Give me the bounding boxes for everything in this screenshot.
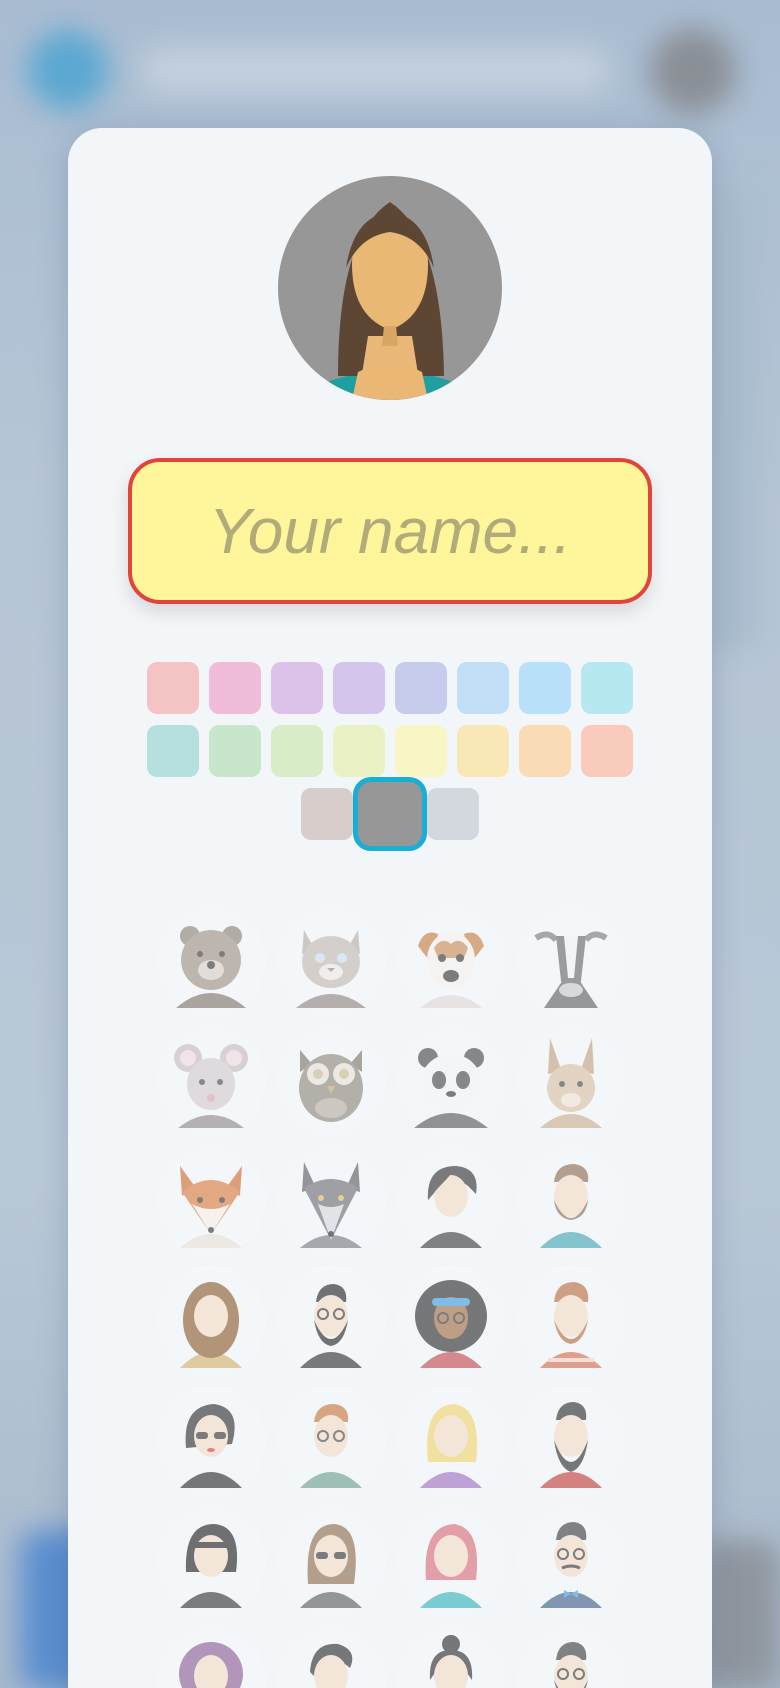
avatar-option-dog[interactable] — [396, 906, 506, 1016]
woman-curly-purple-hair-icon — [179, 1642, 243, 1688]
avatar-option-cat[interactable] — [276, 906, 386, 1016]
color-swatch[interactable] — [271, 662, 323, 714]
cow-icon — [534, 931, 608, 1008]
avatar-option-man-red-beard-striped-shirt[interactable] — [516, 1266, 626, 1376]
color-swatch-picker — [68, 662, 712, 851]
avatar-option-woman-bob-black-hair[interactable] — [156, 1506, 266, 1616]
woman-pink-hair-icon — [420, 1524, 482, 1608]
profile-setup-modal — [68, 128, 712, 1688]
avatar-option-bear[interactable] — [156, 906, 266, 1016]
woman-short-hair-icon — [420, 1166, 482, 1248]
avatar-option-woman-curly-purple-hair[interactable] — [156, 1626, 266, 1688]
man-glasses-beard-icon — [554, 1642, 588, 1688]
fox-icon — [180, 1166, 242, 1248]
man-glasses-ginger-icon — [300, 1404, 362, 1488]
avatar-option-woman-blonde[interactable] — [396, 1386, 506, 1496]
background-header-blur — [140, 46, 610, 94]
man-long-hair-sunglasses-icon — [300, 1524, 362, 1608]
woman-curly-long-hair-icon — [180, 1282, 242, 1368]
avatar-option-woman-afro-headband[interactable] — [396, 1266, 506, 1376]
swatch-row — [68, 777, 712, 851]
avatar-option-man-long-beard-red-jacket[interactable] — [516, 1386, 626, 1496]
woman-bun-icon — [429, 1635, 473, 1688]
color-swatch[interactable] — [333, 662, 385, 714]
color-swatch[interactable] — [519, 725, 571, 777]
color-swatch[interactable] — [353, 777, 427, 851]
dog-icon — [418, 932, 484, 1008]
color-swatch[interactable] — [333, 725, 385, 777]
woman-blonde-icon — [420, 1404, 482, 1488]
color-swatch[interactable] — [457, 725, 509, 777]
man-long-beard-red-jacket-icon — [540, 1402, 602, 1488]
avatar-option-man-glasses-ginger[interactable] — [276, 1386, 386, 1496]
avatar-option-man-beard-glasses-suit[interactable] — [276, 1266, 386, 1376]
color-swatch[interactable] — [301, 788, 353, 840]
man-glasses-bowtie-icon — [540, 1522, 602, 1608]
avatar-option-woman-curly-long-hair[interactable] — [156, 1266, 266, 1376]
avatar-option-woman-short-hair[interactable] — [396, 1146, 506, 1256]
panda-icon — [414, 1048, 488, 1128]
avatar-option-man-side-hair[interactable] — [276, 1626, 386, 1688]
color-swatch[interactable] — [271, 725, 323, 777]
cat-icon — [296, 930, 366, 1008]
avatar-option-man-glasses-beard[interactable] — [516, 1626, 626, 1688]
avatar-option-mouse[interactable] — [156, 1026, 266, 1136]
color-swatch[interactable] — [395, 662, 447, 714]
color-swatch[interactable] — [581, 725, 633, 777]
bear-icon — [176, 926, 246, 1008]
avatar-option-panda[interactable] — [396, 1026, 506, 1136]
avatar-option-cow[interactable] — [516, 906, 626, 1016]
woman-sunglasses-red-lips-icon — [180, 1404, 242, 1488]
selected-avatar-preview — [278, 176, 502, 400]
avatar-option-man-long-hair-sunglasses[interactable] — [276, 1506, 386, 1616]
avatar-option-woman-bun[interactable] — [396, 1626, 506, 1688]
man-beard-glasses-suit-icon — [300, 1284, 362, 1368]
avatar-option-owl[interactable] — [276, 1026, 386, 1136]
swatch-row — [68, 662, 712, 714]
background-profile-blur — [650, 28, 736, 114]
background-logo-blur — [28, 30, 108, 110]
color-swatch[interactable] — [209, 725, 261, 777]
woman-long-brown-hair-icon — [316, 202, 464, 400]
background-panel-blur — [700, 1540, 780, 1688]
woman-bob-black-hair-icon — [180, 1524, 242, 1608]
mouse-icon — [174, 1044, 248, 1128]
avatar-option-woman-sunglasses-red-lips[interactable] — [156, 1386, 266, 1496]
swatch-row — [68, 725, 712, 777]
wolf-icon — [300, 1162, 362, 1248]
avatar-option-wolf[interactable] — [276, 1146, 386, 1256]
color-swatch[interactable] — [209, 662, 261, 714]
owl-icon — [299, 1050, 363, 1122]
man-red-beard-striped-shirt-icon — [540, 1282, 602, 1368]
color-swatch[interactable] — [147, 725, 199, 777]
avatar-option-woman-pink-hair[interactable] — [396, 1506, 506, 1616]
color-swatch[interactable] — [581, 662, 633, 714]
color-swatch[interactable] — [457, 662, 509, 714]
avatar-picker-grid — [156, 906, 626, 1688]
color-swatch[interactable] — [519, 662, 571, 714]
color-swatch[interactable] — [427, 788, 479, 840]
avatar-option-man-beard-teal-shirt[interactable] — [516, 1146, 626, 1256]
man-side-hair-icon — [310, 1643, 353, 1688]
color-swatch[interactable] — [395, 725, 447, 777]
woman-afro-headband-icon — [415, 1280, 487, 1368]
rabbit-icon — [540, 1038, 602, 1128]
avatar-option-man-glasses-bowtie[interactable] — [516, 1506, 626, 1616]
man-beard-teal-shirt-icon — [540, 1164, 602, 1248]
avatar-option-rabbit[interactable] — [516, 1026, 626, 1136]
avatar-option-fox[interactable] — [156, 1146, 266, 1256]
name-input[interactable] — [128, 458, 652, 604]
color-swatch[interactable] — [147, 662, 199, 714]
